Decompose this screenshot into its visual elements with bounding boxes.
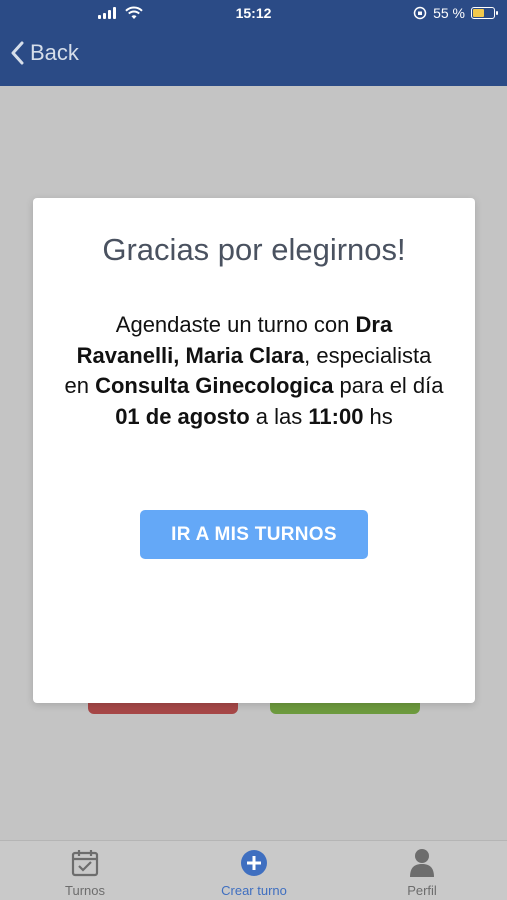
go-to-my-appointments-button[interactable]: IR A MIS TURNOS	[140, 510, 368, 559]
battery-status: 55 %	[413, 5, 498, 21]
user-icon	[410, 849, 434, 877]
message-text: hs	[363, 403, 393, 429]
chevron-left-icon	[11, 41, 24, 65]
tab-crear-turno[interactable]: Crear turno	[189, 847, 319, 898]
plus-circle-icon	[241, 850, 267, 876]
battery-icon	[471, 7, 498, 19]
message-text: a las	[249, 403, 309, 429]
tab-label: Turnos	[65, 883, 105, 898]
appointment-date: 01 de agosto	[115, 403, 250, 429]
status-bar: 15:12 55 %	[0, 0, 507, 26]
calendar-check-icon	[71, 850, 99, 877]
appointment-message: Agendaste un turno con Dra Ravanelli, Ma…	[63, 310, 445, 432]
appointment-time: 11:00	[308, 403, 364, 429]
orientation-lock-icon	[413, 6, 427, 20]
modal-title: Gracias por elegirnos!	[102, 232, 406, 267]
tab-turnos[interactable]: Turnos	[20, 847, 150, 898]
message-text: para el día	[333, 373, 444, 398]
message-text: Agendaste un turno con	[115, 312, 356, 337]
navigation-bar: Back	[0, 26, 507, 86]
confirmation-modal: Gracias por elegirnos! Agendaste un turn…	[33, 198, 475, 703]
tab-perfil[interactable]: Perfil	[357, 847, 487, 898]
tab-bar: Turnos Crear turno Perfil	[0, 840, 507, 900]
specialty-name: Consulta Ginecologica	[95, 373, 334, 398]
tab-label: Crear turno	[221, 883, 287, 898]
tab-label: Perfil	[407, 883, 437, 898]
battery-percent: 55 %	[433, 5, 465, 21]
back-label: Back	[30, 40, 79, 65]
back-button[interactable]: Back	[10, 40, 79, 66]
